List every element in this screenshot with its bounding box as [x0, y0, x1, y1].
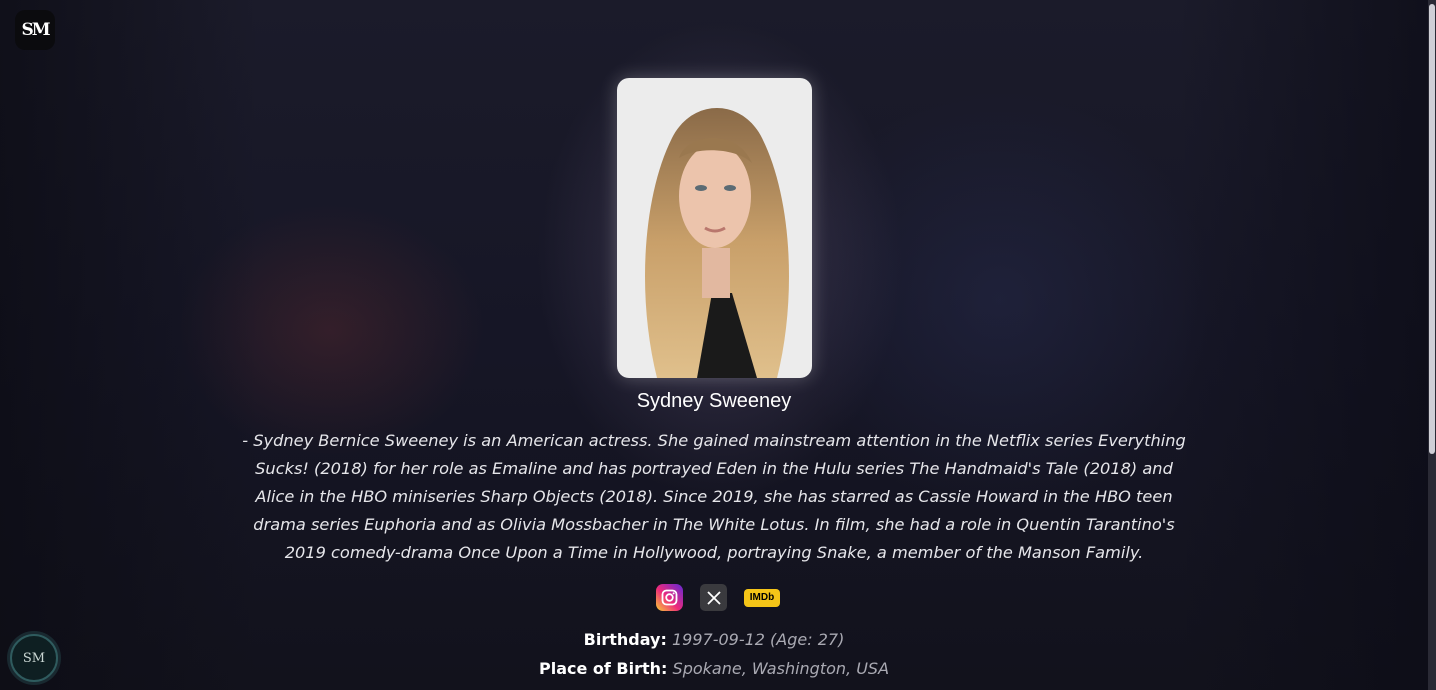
imdb-link[interactable]: IMDb	[744, 588, 780, 607]
badge-text: SM	[22, 650, 46, 666]
instagram-icon[interactable]	[656, 584, 683, 611]
birthday-label: Birthday:	[583, 630, 667, 649]
person-biography: - Sydney Bernice Sweeney is an American …	[242, 431, 1186, 562]
birthplace-label: Place of Birth:	[538, 659, 668, 678]
scrollbar[interactable]	[1428, 0, 1436, 690]
imdb-label: IMDb	[749, 592, 775, 603]
birthday-value: 1997-09-12 (Age: 27)	[671, 630, 845, 649]
person-name: Sydney Sweeney	[636, 390, 792, 412]
profile-photo	[617, 78, 812, 378]
footer-badge[interactable]: SM	[10, 634, 58, 682]
birthday-row: Birthday: 1997-09-12 (Age: 27)	[0, 630, 1428, 649]
birthplace-row: Place of Birth: Spokane, Washington, USA	[0, 659, 1428, 678]
x-icon[interactable]	[700, 584, 727, 611]
birthplace-value: Spokane, Washington, USA	[672, 659, 890, 678]
social-links: IMDb	[656, 584, 780, 611]
logo-text: SM	[21, 20, 50, 40]
scrollbar-thumb[interactable]	[1429, 4, 1435, 454]
site-logo[interactable]: SM	[15, 10, 55, 50]
